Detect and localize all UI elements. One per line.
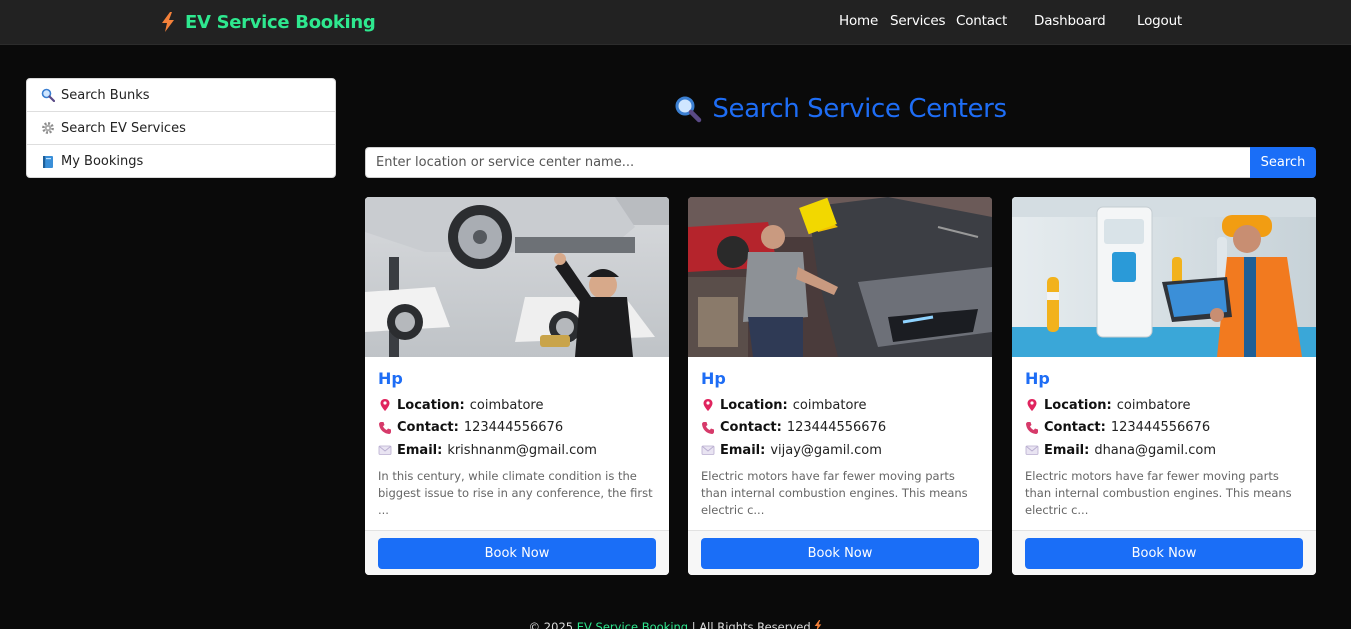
sidebar-item-label: My Bookings (61, 154, 144, 169)
nav-contact-link[interactable]: Contact (956, 13, 1007, 29)
contact-label: Contact: (720, 420, 782, 436)
contact-value: 123444556676 (1110, 420, 1211, 436)
service-center-photo (1012, 197, 1316, 357)
phone-icon (1026, 421, 1038, 434)
location-pin-icon (1027, 399, 1037, 412)
gear-icon (42, 122, 54, 134)
location-value: coimbatore (792, 397, 867, 413)
search-bar: Search (365, 147, 1316, 178)
card-email: Email: dhana@gamil.com (1025, 439, 1303, 462)
page-footer: © 2025 EV Service Booking | All Rights R… (0, 620, 1351, 629)
page-title: Search Service Centers (365, 94, 1316, 124)
brand-link[interactable]: EV Service Booking (161, 9, 376, 35)
card-contact: Contact: 123444556676 (1025, 417, 1303, 440)
location-value: coimbatore (1116, 397, 1191, 413)
magnifier-icon (675, 96, 702, 123)
nav-dashboard-link[interactable]: Dashboard (1034, 13, 1106, 29)
nav-services-link[interactable]: Services (890, 13, 946, 29)
location-value: coimbatore (469, 397, 544, 413)
contact-label: Contact: (1044, 420, 1106, 436)
envelope-icon (378, 445, 392, 456)
card-description: Electric motors have far fewer moving pa… (701, 468, 968, 517)
card-description: Electric motors have far fewer moving pa… (1025, 468, 1292, 517)
sidebar-item-label: Search Bunks (61, 87, 150, 103)
phone-icon (379, 421, 391, 434)
sidebar-menu: Search Bunks Search EV Services My Booki… (26, 78, 336, 178)
email-value: dhana@gamil.com (1094, 442, 1216, 458)
book-now-button[interactable]: Book Now (701, 538, 979, 569)
magnifier-icon (41, 88, 55, 102)
email-label: Email: (720, 442, 766, 458)
brand-title: EV Service Booking (185, 11, 376, 33)
page-title-text: Search Service Centers (712, 94, 1007, 124)
sidebar-item-search-bunks[interactable]: Search Bunks (27, 79, 335, 112)
contact-label: Contact: (397, 420, 459, 436)
location-pin-icon (703, 399, 713, 412)
sidebar-item-label: Search EV Services (61, 120, 186, 136)
service-center-card: Hp Location: coimbatore Contact: 1234445… (1012, 197, 1316, 575)
lightning-bolt-icon (815, 620, 822, 629)
book-now-button[interactable]: Book Now (1025, 538, 1303, 569)
card-location: Location: coimbatore (1025, 394, 1303, 417)
footer-copyright: © 2025 (528, 620, 574, 629)
service-center-photo (365, 197, 669, 357)
card-contact: Contact: 123444556676 (701, 417, 979, 440)
lightning-bolt-icon (162, 12, 174, 32)
nav-logout-link[interactable]: Logout (1137, 13, 1182, 29)
footer-brand: EV Service Booking (576, 620, 689, 629)
phone-icon (702, 421, 714, 434)
envelope-icon (1025, 445, 1039, 456)
card-footer: Book Now (688, 530, 992, 575)
service-center-card: Hp Location: coimbatore Contact: 1234445… (688, 197, 992, 575)
card-footer: Book Now (1012, 530, 1316, 575)
service-center-photo (688, 197, 992, 357)
card-footer: Book Now (365, 530, 669, 575)
card-title: Hp (1025, 369, 1050, 388)
nav-home-link[interactable]: Home (839, 13, 878, 29)
book-icon (43, 155, 53, 168)
contact-value: 123444556676 (463, 420, 564, 436)
email-value: vijay@gamil.com (770, 442, 882, 458)
card-location: Location: coimbatore (701, 394, 979, 417)
card-contact: Contact: 123444556676 (378, 417, 656, 440)
search-input[interactable] (365, 147, 1250, 178)
sidebar-item-search-ev-services[interactable]: Search EV Services (27, 112, 335, 145)
footer-rights: | All Rights Reserved (691, 620, 811, 629)
search-button[interactable]: Search (1250, 147, 1316, 178)
location-label: Location: (1044, 397, 1112, 413)
email-label: Email: (1044, 442, 1090, 458)
contact-value: 123444556676 (786, 420, 887, 436)
service-center-card: Hp Location: coimbatore Contact: 1234445… (365, 197, 669, 575)
card-location: Location: coimbatore (378, 394, 656, 417)
location-label: Location: (397, 397, 465, 413)
navbar: EV Service Booking Home Services Contact… (0, 0, 1351, 45)
card-title: Hp (701, 369, 726, 388)
card-title: Hp (378, 369, 403, 388)
email-label: Email: (397, 442, 443, 458)
card-description: In this century, while climate condition… (378, 468, 653, 517)
card-email: Email: vijay@gamil.com (701, 439, 979, 462)
location-label: Location: (720, 397, 788, 413)
book-now-button[interactable]: Book Now (378, 538, 656, 569)
card-email: Email: krishnanm@gmail.com (378, 439, 656, 462)
location-pin-icon (380, 399, 390, 412)
envelope-icon (701, 445, 715, 456)
sidebar-item-my-bookings[interactable]: My Bookings (27, 145, 335, 177)
email-value: krishnanm@gmail.com (447, 442, 597, 458)
